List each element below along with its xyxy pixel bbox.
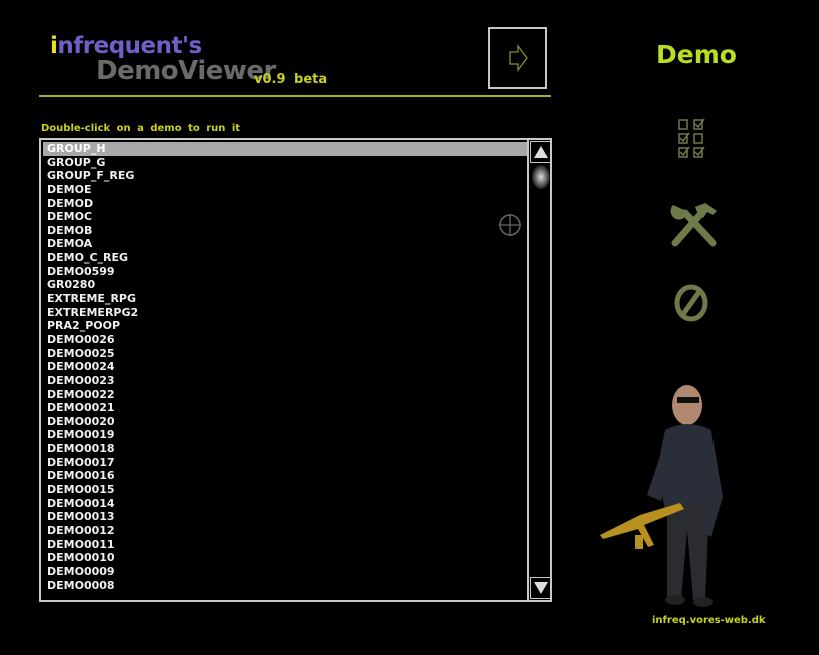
logo-subtitle: DemoViewer: [96, 56, 276, 86]
demo-list-item[interactable]: DEMO0026: [43, 333, 527, 347]
demo-list-item[interactable]: DEMO0011: [43, 538, 527, 552]
demo-list-item[interactable]: DEMO0022: [43, 388, 527, 402]
demo-list-item[interactable]: PRA2_POOP: [43, 319, 527, 333]
demo-list-item[interactable]: DEMO0012: [43, 524, 527, 538]
demo-list[interactable]: GROUP_H GROUP_G GROUP_F_REG DEMOE DEMOD DEMOC…: [39, 138, 552, 602]
website-link[interactable]: infreq.vores-web.dk: [652, 615, 766, 626]
character-image: [595, 375, 745, 614]
demo-list-item[interactable]: DEMO0024: [43, 360, 527, 374]
demo-list-item[interactable]: DEMO0599: [43, 265, 527, 279]
demo-list-item[interactable]: EXTREMERPG2: [43, 306, 527, 320]
demo-list-item[interactable]: DEMOB: [43, 224, 527, 238]
demo-list-item[interactable]: DEMO0025: [43, 347, 527, 361]
demo-list-item[interactable]: GROUP_G: [43, 156, 527, 170]
cancel-button[interactable]: [673, 283, 709, 327]
demo-list-item[interactable]: GROUP_F_REG: [43, 169, 527, 183]
demo-list-item[interactable]: DEMO0017: [43, 456, 527, 470]
demo-list-item[interactable]: DEMO0020: [43, 415, 527, 429]
demo-list-item[interactable]: DEMO0021: [43, 401, 527, 415]
version-label: v0.9 beta: [254, 72, 328, 87]
demo-list-item[interactable]: DEMOE: [43, 183, 527, 197]
scroll-up-button[interactable]: [530, 141, 551, 163]
tools-icon: [670, 203, 717, 247]
demo-list-item[interactable]: DEMO0014: [43, 497, 527, 511]
prohibited-icon: [674, 284, 708, 322]
demo-list-item[interactable]: DEMO0009: [43, 565, 527, 579]
demo-list-item[interactable]: DEMO0008: [43, 579, 527, 593]
demo-list-item[interactable]: DEMOC: [43, 210, 527, 224]
demo-list-item[interactable]: DEMO0015: [43, 483, 527, 497]
demo-list-item[interactable]: DEMO0018: [43, 442, 527, 456]
scrollbar-thumb[interactable]: [532, 165, 550, 189]
settings-button[interactable]: [667, 199, 721, 251]
section-title: Demo: [656, 40, 737, 69]
arrow-right-icon: [508, 44, 528, 72]
instruction-label: Double-click on a demo to run it: [41, 123, 241, 134]
demo-list-item[interactable]: DEMOD: [43, 197, 527, 211]
header-divider: [39, 95, 551, 97]
demo-list-item[interactable]: GR0280: [43, 278, 527, 292]
triangle-down-icon: [533, 582, 548, 594]
select-demos-button[interactable]: [676, 117, 708, 167]
demo-list-item[interactable]: DEMO0013: [43, 510, 527, 524]
demo-list-item[interactable]: EXTREME_RPG: [43, 292, 527, 306]
crosshair-cursor-icon: [498, 213, 522, 241]
demo-list-item[interactable]: GROUP_H: [43, 142, 527, 156]
demo-list-item[interactable]: DEMOA: [43, 237, 527, 251]
scrollbar[interactable]: [527, 140, 551, 600]
scroll-down-button[interactable]: [530, 577, 551, 599]
demo-list-item[interactable]: DEMO0010: [43, 551, 527, 565]
triangle-up-icon: [533, 146, 548, 158]
demo-list-item[interactable]: DEMO0023: [43, 374, 527, 388]
checklist-icon: [678, 118, 705, 158]
demo-list-rows: GROUP_H GROUP_G GROUP_F_REG DEMOE DEMOD DEMOC…: [43, 142, 527, 592]
demo-list-item[interactable]: DEMO_C_REG: [43, 251, 527, 265]
demo-list-item[interactable]: DEMO0019: [43, 428, 527, 442]
run-demo-button[interactable]: [488, 27, 547, 89]
demo-list-item[interactable]: DEMO0016: [43, 469, 527, 483]
